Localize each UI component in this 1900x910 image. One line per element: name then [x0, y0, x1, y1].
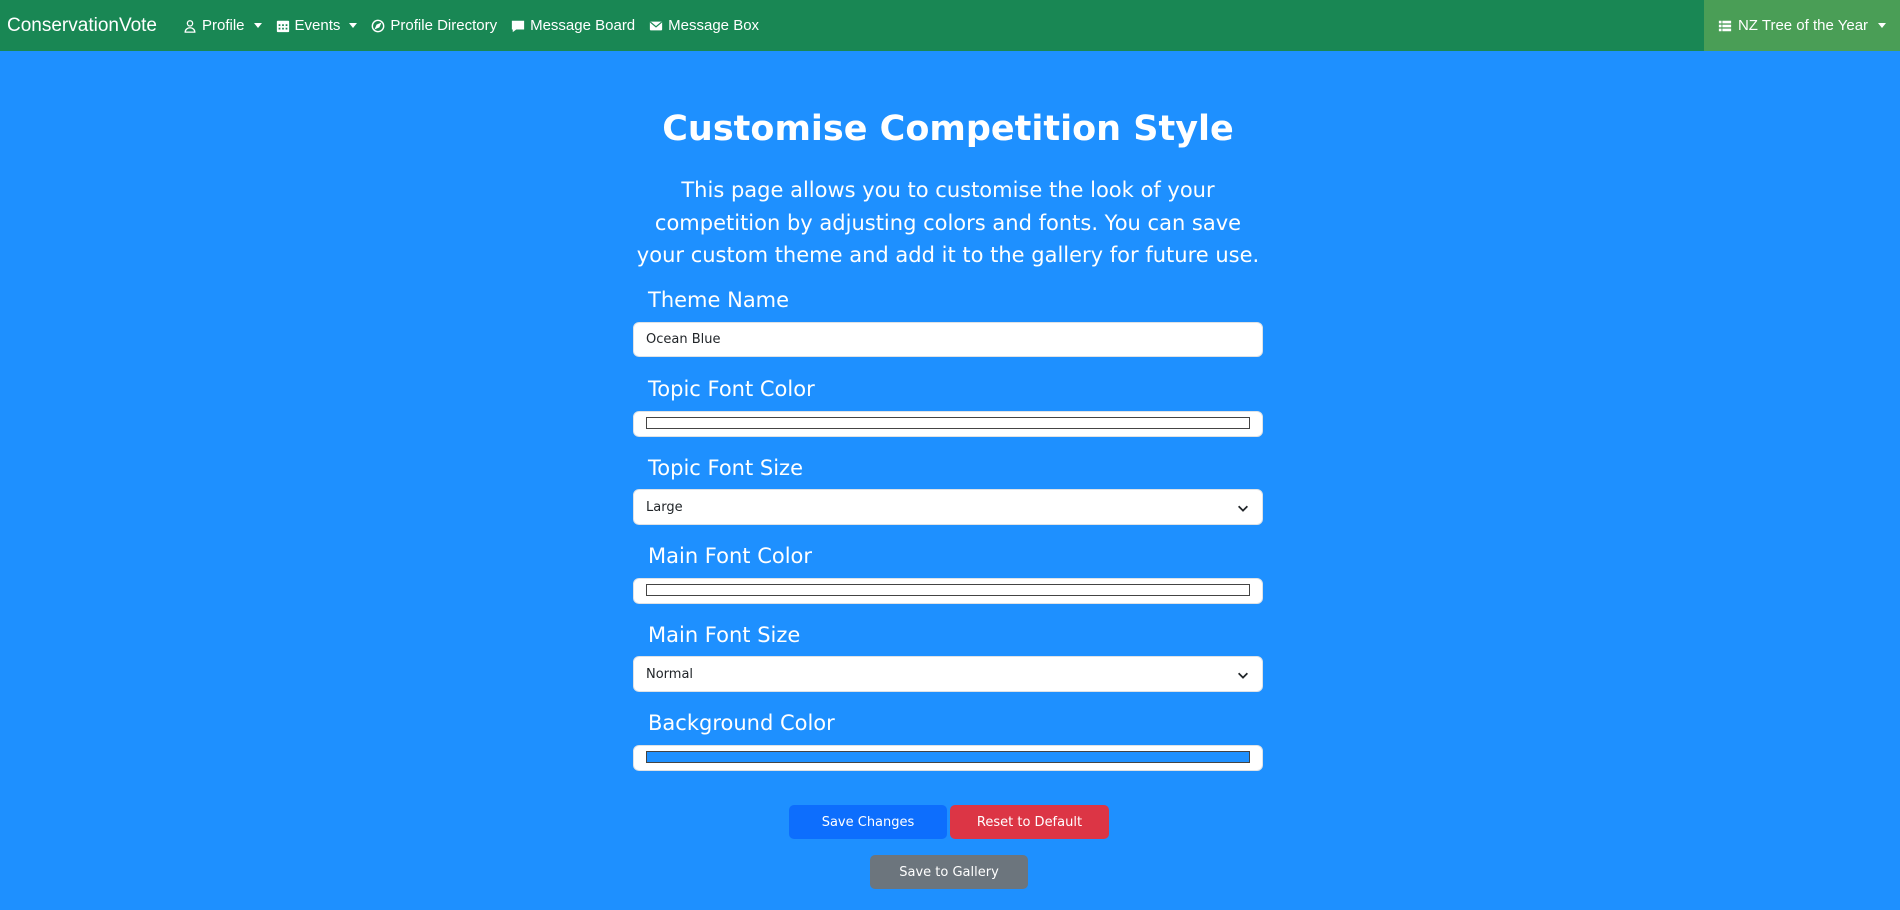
nav-profile-directory-link[interactable]: Profile Directory: [371, 17, 497, 34]
topic-font-color-swatch: [646, 417, 1250, 429]
reset-to-default-button[interactable]: Reset to Default: [950, 805, 1109, 839]
competition-selector-dropdown[interactable]: NZ Tree of the Year: [1704, 0, 1900, 51]
background-color-label: Background Color: [648, 711, 835, 735]
user-icon: [184, 19, 196, 33]
save-changes-button[interactable]: Save Changes: [789, 805, 947, 839]
nav-events-dropdown[interactable]: Events: [276, 17, 358, 34]
chat-icon: [511, 20, 525, 32]
caret-down-icon: [1878, 23, 1887, 28]
nav-message-board-label: Message Board: [530, 17, 636, 34]
envelope-icon: [650, 21, 663, 30]
brand-link[interactable]: ConservationVote: [7, 15, 157, 37]
caret-down-icon: [349, 23, 358, 28]
list-icon: [1718, 20, 1732, 31]
background-color-swatch: [646, 751, 1250, 763]
background-color-picker[interactable]: [633, 745, 1263, 771]
page-intro: This page allows you to customise the lo…: [636, 178, 1260, 267]
chevron-down-icon: [1238, 672, 1248, 679]
page-title: Customise Competition Style: [662, 109, 1234, 149]
nav-profile-dropdown[interactable]: Profile: [183, 17, 262, 34]
nav-message-board-link[interactable]: Message Board: [511, 17, 635, 34]
topic-font-color-picker[interactable]: [633, 411, 1263, 437]
main-font-color-label: Main Font Color: [648, 544, 813, 568]
main-font-color-swatch: [646, 584, 1250, 596]
theme-name-input[interactable]: [633, 322, 1263, 357]
topic-font-size-select[interactable]: Large: [633, 489, 1263, 525]
main-font-size-value: Normal: [646, 666, 694, 682]
topic-font-color-label: Topic Font Color: [648, 377, 815, 401]
nav-profile-label: Profile: [202, 17, 245, 34]
nav-events-label: Events: [294, 17, 341, 34]
theme-name-label: Theme Name: [648, 288, 790, 312]
main-font-size-label: Main Font Size: [648, 623, 801, 647]
save-to-gallery-button[interactable]: Save to Gallery: [870, 855, 1028, 889]
top-navbar: ConservationVote Profile Events Profile …: [0, 0, 1900, 51]
chevron-down-icon: [1238, 505, 1248, 512]
calendar-icon: [276, 20, 289, 32]
competition-selector-label: NZ Tree of the Year: [1737, 17, 1869, 34]
nav-message-box-link[interactable]: Message Box: [649, 17, 759, 34]
compass-icon: [372, 19, 385, 32]
caret-down-icon: [253, 23, 262, 28]
topic-font-size-label: Topic Font Size: [648, 456, 803, 480]
main-font-color-picker[interactable]: [633, 578, 1263, 604]
main-font-size-select[interactable]: Normal: [633, 656, 1263, 692]
nav-message-box-label: Message Box: [668, 17, 760, 34]
nav-profile-directory-label: Profile Directory: [390, 17, 498, 34]
topic-font-size-value: Large: [646, 499, 683, 515]
